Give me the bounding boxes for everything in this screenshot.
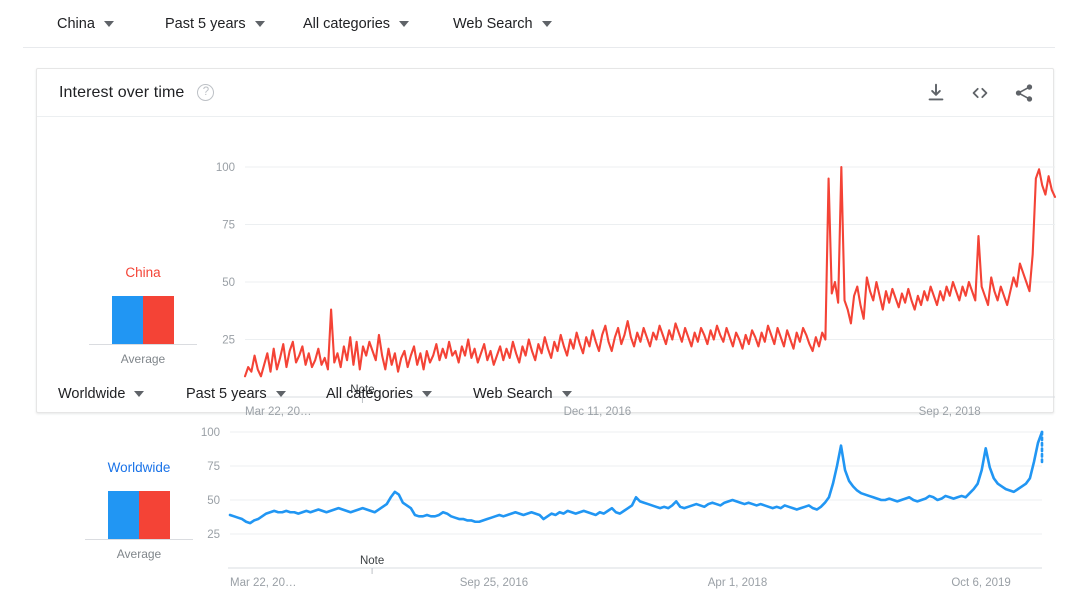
filter-china[interactable]: China xyxy=(57,16,114,32)
y-axis-tick-label: 100 xyxy=(216,162,235,174)
x-axis-tick-label: Apr 1, 2018 xyxy=(708,577,767,589)
average-bars xyxy=(108,491,170,539)
y-axis-tick-label: 50 xyxy=(207,495,220,507)
chevron-down-icon[interactable] xyxy=(275,390,286,397)
download-icon[interactable] xyxy=(925,82,947,104)
top-divider xyxy=(23,47,1055,48)
filter-all-categories[interactable]: All categories xyxy=(326,385,433,402)
average-bar-blue xyxy=(108,491,139,539)
chart-area-china: China Average 100 75 50 25 Mar 22, 20… Dec 11… xyxy=(37,117,1057,418)
filter-label: Web Search xyxy=(473,385,553,402)
average-bar-red xyxy=(143,296,174,344)
filter-label: Past 5 years xyxy=(165,16,246,32)
y-axis-tick-label: 25 xyxy=(222,335,235,347)
legend-worldwide: Worldwide Average xyxy=(79,460,199,561)
legend-average-caption: Average xyxy=(116,547,162,561)
chart-svg: 100 75 50 25 Mar 22, 20… Sep 25, 2016 Apr 1, 2… xyxy=(201,427,1044,589)
y-axis-tick-label: 75 xyxy=(207,461,220,473)
google-trends-page: China Past 5 years All categories Web Searc… xyxy=(0,0,1080,614)
filter-web-search[interactable]: Web Search xyxy=(453,16,552,32)
legend-china: China Average xyxy=(83,265,203,366)
line-chart-worldwide[interactable]: 100 75 50 25 Mar 22, 20… Sep 25, 2016 Apr 1, 2… xyxy=(186,420,1054,614)
second-filter-bar: Worldwide Past 5 years All categories Web S… xyxy=(36,374,1054,413)
worldwide-chart-card: Worldwide Average 100 75 50 25 Mar 22, 20… Se… xyxy=(36,420,1054,614)
x-axis-tick-label: Oct 6, 2019 xyxy=(951,577,1010,589)
filter-worldwide[interactable]: Worldwide xyxy=(58,385,145,402)
filter-label: Worldwide xyxy=(58,385,126,402)
embed-code-icon[interactable] xyxy=(969,82,991,104)
average-bar-red xyxy=(139,491,170,539)
average-bar-blue xyxy=(112,296,143,344)
filter-past-5-years[interactable]: Past 5 years xyxy=(165,16,265,32)
top-filter-bar: China Past 5 years All categories Web Searc… xyxy=(0,0,1080,48)
chevron-down-icon[interactable] xyxy=(103,21,114,27)
chevron-down-icon[interactable] xyxy=(134,390,145,397)
filter-label: Web Search xyxy=(453,16,533,32)
filter-past-5-years[interactable]: Past 5 years xyxy=(186,386,286,402)
x-axis-tick-label: Mar 22, 20… xyxy=(230,577,296,589)
data-line xyxy=(243,165,1057,378)
x-axis-tick-label: Sep 25, 2016 xyxy=(460,577,528,589)
legend-average-caption: Average xyxy=(120,352,166,366)
card-header: Interest over time ? xyxy=(37,69,1053,117)
y-axis-tick-label: 75 xyxy=(222,220,235,232)
share-icon[interactable] xyxy=(1013,82,1035,104)
legend-label: Worldwide xyxy=(107,460,171,475)
filter-label: All categories xyxy=(326,385,414,402)
y-axis-tick-label: 50 xyxy=(222,277,235,289)
y-axis-tick-label: 25 xyxy=(207,529,220,541)
help-circle-icon[interactable]: ? xyxy=(197,84,215,101)
average-bars xyxy=(112,296,174,344)
legend-label: China xyxy=(125,265,161,280)
data-line xyxy=(228,430,1044,525)
chevron-down-icon[interactable] xyxy=(422,390,433,397)
filter-web-search[interactable]: Web Search xyxy=(473,386,572,402)
filter-all-categories[interactable]: All categories xyxy=(303,16,410,32)
note-label[interactable]: Note xyxy=(360,555,384,567)
filter-label: China xyxy=(57,16,95,32)
interest-over-time-card: Interest over time ? China Average 100 7… xyxy=(36,68,1057,418)
card-actions xyxy=(925,69,1035,117)
y-axis-tick-label: 100 xyxy=(201,427,220,439)
page-title: Interest over time xyxy=(59,83,185,101)
filter-label: All categories xyxy=(303,16,391,32)
legend-baseline xyxy=(89,344,197,345)
chevron-down-icon[interactable] xyxy=(399,21,410,27)
chevron-down-icon[interactable] xyxy=(561,390,572,397)
filter-label: Past 5 years xyxy=(186,385,267,402)
legend-baseline xyxy=(85,539,193,540)
chevron-down-icon[interactable] xyxy=(541,21,552,27)
chevron-down-icon[interactable] xyxy=(254,21,265,27)
